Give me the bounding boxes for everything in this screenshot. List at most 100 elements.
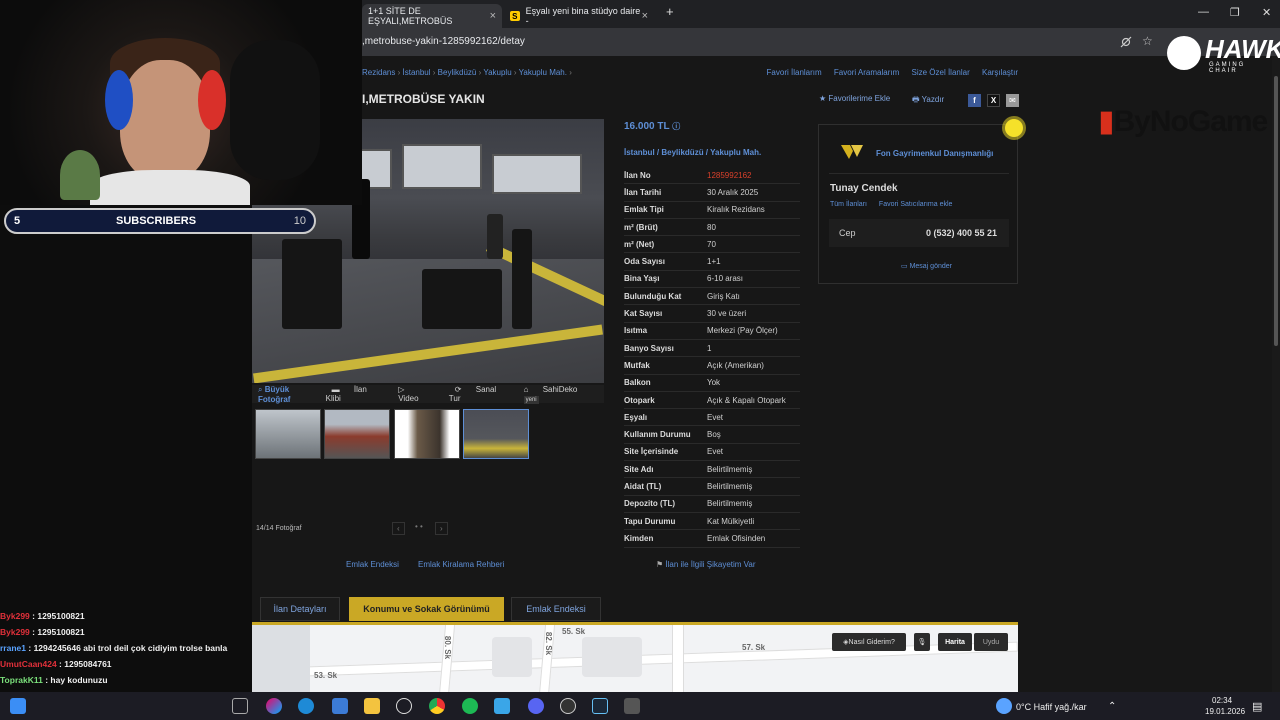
- location-district[interactable]: Beylikdüzü: [661, 148, 703, 157]
- detail-row: Isıtma Merkezi (Pay Ölçer): [624, 323, 800, 340]
- special-listings-link[interactable]: Size Özel İlanlar: [912, 68, 970, 77]
- location-city[interactable]: İstanbul: [624, 148, 655, 157]
- scrollbar-thumb[interactable]: [1274, 76, 1278, 346]
- close-window-button[interactable]: ✕: [1262, 6, 1271, 19]
- bookmark-star-icon[interactable]: ☆: [1142, 34, 1153, 48]
- next-photo-button[interactable]: ›: [435, 522, 448, 535]
- detail-value: Boş: [707, 430, 721, 440]
- add-favorite-button[interactable]: ★ Favorilerime Ekle: [819, 94, 890, 103]
- bynogame-mark-icon: ▮: [1098, 105, 1114, 138]
- weather-text[interactable]: 0°C Hafif yağ./kar: [1016, 702, 1087, 712]
- breadcrumb-item[interactable]: İstanbul: [403, 68, 431, 77]
- directions-button[interactable]: ◈ Nasıl Giderim?: [832, 633, 906, 651]
- calculator-icon[interactable]: [624, 698, 640, 714]
- photo-thumbnail-selected[interactable]: [463, 409, 529, 459]
- eye-off-icon[interactable]: [1120, 36, 1132, 48]
- tab-listing[interactable]: 1+1 SİTE DE EŞYALI,METROBÜS ×: [362, 4, 502, 28]
- file-explorer-icon[interactable]: [364, 698, 380, 714]
- task-view-icon[interactable]: [232, 698, 248, 714]
- weather-icon[interactable]: [996, 698, 1012, 714]
- price-info-icon: ⓘ: [672, 122, 681, 131]
- tab-listing-details[interactable]: İlan Detayları: [260, 597, 340, 621]
- discord-icon[interactable]: [528, 698, 544, 714]
- close-tab-icon[interactable]: ×: [642, 10, 648, 22]
- xbox-icon[interactable]: [396, 698, 412, 714]
- satellite-view-button[interactable]: Uydu: [974, 633, 1008, 651]
- clock-time[interactable]: 02:34: [1212, 696, 1232, 705]
- photo-counter: 14/14 Fotoğraf: [256, 525, 302, 532]
- close-tab-icon[interactable]: ×: [490, 10, 496, 22]
- page-scrollbar[interactable]: [1272, 56, 1280, 692]
- copilot-icon[interactable]: [266, 698, 282, 714]
- address-bar[interactable]: ,metrobuse-yakin-1285992162/detay ☆: [362, 28, 1280, 56]
- steam-icon[interactable]: [592, 698, 608, 714]
- agency-name[interactable]: Fon Gayrimenkul Danışmanlığı: [876, 149, 993, 158]
- detail-key: Otopark: [624, 395, 655, 405]
- prev-photo-button[interactable]: ‹: [392, 522, 405, 535]
- chrome-icon[interactable]: [429, 698, 445, 714]
- favorite-searches-link[interactable]: Favori Aramalarım: [834, 68, 899, 77]
- chat-text: 1295100821: [37, 611, 85, 621]
- add-favorite-seller-link[interactable]: Favori Satıcılarıma ekle: [879, 201, 953, 208]
- app-icon[interactable]: [494, 698, 510, 714]
- photo-thumbnail[interactable]: [394, 409, 460, 459]
- location-map[interactable]: 55. Sk 57. Sk 53. Sk 80. Sk 82. Sk ◈ Nas…: [252, 622, 1018, 692]
- phone-number[interactable]: 0 (532) 400 55 21: [926, 228, 997, 238]
- detail-value: Yok: [707, 378, 721, 388]
- minimize-button[interactable]: —: [1198, 6, 1209, 18]
- spotify-icon[interactable]: [462, 698, 478, 714]
- tray-chevron-icon[interactable]: ⌃: [1108, 701, 1116, 712]
- favorite-listings-link[interactable]: Favori İlanlarım: [767, 68, 822, 77]
- compare-link[interactable]: Karşılaştır: [982, 68, 1018, 77]
- photo-thumbnail[interactable]: [255, 409, 321, 459]
- send-message-button[interactable]: ▭ Mesaj gönder: [901, 262, 952, 270]
- tab-emlak-index[interactable]: Emlak Endeksi: [511, 597, 601, 621]
- chat-username: rrane1: [0, 643, 26, 653]
- all-listings-link[interactable]: Tüm İlanları: [830, 201, 867, 208]
- emlak-index-link[interactable]: Emlak Endeksi: [346, 560, 399, 569]
- video-button[interactable]: ▷ Video: [392, 385, 437, 403]
- tab-location-streetview[interactable]: Konumu ve Sokak Görünümü: [349, 597, 504, 621]
- edge-icon[interactable]: [298, 698, 314, 714]
- windows-start-icon[interactable]: [10, 698, 26, 714]
- detail-key: İlan Tarihi: [624, 187, 662, 197]
- detail-value: 6-10 arası: [707, 274, 744, 284]
- report-listing-link[interactable]: ⚑ İlan ile İlgili Şikayetim Var: [656, 560, 756, 569]
- browser-tab-bar: 1+1 SİTE DE EŞYALI,METROBÜS × S Eşyalı y…: [362, 0, 1280, 28]
- detail-value: Belirtilmemiş: [707, 481, 753, 491]
- detail-key: m² (Net): [624, 239, 655, 249]
- microphone-icon[interactable]: 🎙: [914, 633, 930, 651]
- x-share-icon[interactable]: X: [987, 94, 1000, 107]
- tab-second-listing[interactable]: S Eşyalı yeni bina stüdyo daire - ×: [504, 4, 654, 28]
- obs-icon[interactable]: [560, 698, 576, 714]
- chat-username: ToprakK11: [0, 675, 43, 685]
- url-text[interactable]: ,metrobuse-yakin-1285992162/detay: [362, 36, 525, 47]
- big-photo-button[interactable]: ⌕ Büyük Fotoğraf: [258, 385, 314, 404]
- clock-date[interactable]: 19.01.2026: [1205, 707, 1245, 716]
- detail-row: Depozito (TL) Belirtilmemiş: [624, 496, 800, 513]
- notification-icon[interactable]: ▤: [1252, 700, 1262, 713]
- mail-share-icon[interactable]: ✉: [1006, 94, 1019, 107]
- detail-key: m² (Brüt): [624, 222, 658, 232]
- detail-value: 1285992162: [707, 170, 752, 180]
- sahideko-button[interactable]: ⌂ SahiDeko yeni: [518, 385, 598, 404]
- home-icon: ⌂: [523, 385, 531, 394]
- chat-message: UmutCaan424 : 1295084761: [0, 659, 112, 669]
- breadcrumb-item[interactable]: Rezidans: [362, 68, 395, 77]
- facebook-share-icon[interactable]: f: [968, 94, 981, 107]
- breadcrumb-item[interactable]: Yakuplu Mah.: [519, 68, 567, 77]
- rent-guide-link[interactable]: Emlak Kiralama Rehberi: [418, 560, 504, 569]
- outlook-icon[interactable]: [332, 698, 348, 714]
- detail-key: Emlak Tipi: [624, 205, 664, 215]
- photo-thumbnail[interactable]: [324, 409, 390, 459]
- location-neighborhood[interactable]: Yakuplu Mah.: [710, 148, 761, 157]
- breadcrumb-item[interactable]: Beylikdüzü: [438, 68, 477, 77]
- breadcrumb-item[interactable]: Yakuplu: [483, 68, 511, 77]
- new-tab-button[interactable]: +: [666, 4, 674, 19]
- listing-clip-button[interactable]: ▬ İlan Klibi: [326, 385, 381, 403]
- map-view-button[interactable]: Harita: [938, 633, 972, 651]
- print-button[interactable]: 🖶 Yazdır: [912, 94, 944, 108]
- subscriber-goal: 10: [293, 215, 306, 227]
- maximize-button[interactable]: ❐: [1230, 6, 1240, 19]
- virtual-tour-button[interactable]: ⟳ Sanal Tur: [449, 385, 506, 403]
